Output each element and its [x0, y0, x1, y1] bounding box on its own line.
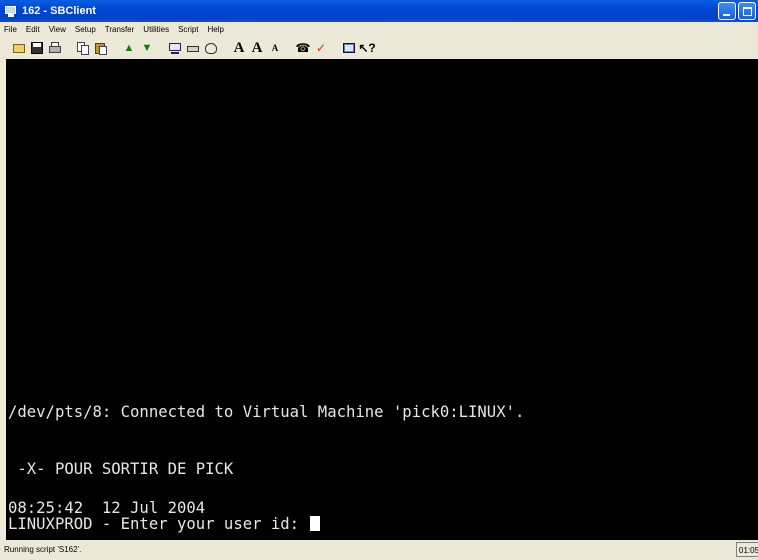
menu-utilities[interactable]: Utilities [143, 25, 169, 34]
menu-file[interactable]: File [4, 25, 17, 34]
terminal-prompt-text: LINUXPROD - Enter your user id: [8, 515, 309, 533]
toolbar: ▲ ▼ A A A ☎ ✓ ↖? [0, 37, 758, 59]
terminal-prompt-line[interactable]: LINUXPROD - Enter your user id: [8, 515, 321, 533]
open-folder-icon[interactable] [12, 41, 26, 55]
terminal-screen[interactable]: /dev/pts/8: Connected to Virtual Machine… [6, 59, 758, 540]
terminal-line-timestamp: 08:25:42 12 Jul 2004 [8, 499, 206, 517]
menu-script[interactable]: Script [178, 25, 198, 34]
save-disk-icon[interactable] [30, 41, 44, 55]
maximize-button[interactable] [738, 2, 756, 20]
menu-edit[interactable]: Edit [26, 25, 40, 34]
window-title: 162 - SBClient [22, 5, 96, 17]
menu-transfer[interactable]: Transfer [105, 25, 135, 34]
terminal-line-connected: /dev/pts/8: Connected to Virtual Machine… [8, 403, 525, 421]
paste-icon[interactable] [94, 41, 108, 55]
screen-icon[interactable] [342, 41, 356, 55]
text-cursor [310, 516, 321, 531]
app-monitor-icon[interactable] [4, 4, 18, 18]
copy-icon[interactable] [76, 41, 90, 55]
print-icon[interactable] [48, 41, 62, 55]
upload-arrow-icon[interactable]: ▲ [122, 41, 136, 55]
hat-icon[interactable] [204, 41, 218, 55]
menu-setup[interactable]: Setup [75, 25, 96, 34]
terminal-monitor-icon[interactable] [168, 41, 182, 55]
menu-bar: File Edit View Setup Transfer Utilities … [0, 22, 758, 37]
minimize-button[interactable] [718, 2, 736, 20]
status-bar: Running script 'S162'. 01:05 [0, 540, 758, 560]
font-larger-icon[interactable]: A [250, 40, 264, 55]
menu-help[interactable]: Help [208, 25, 224, 34]
font-small-icon[interactable]: A [268, 41, 282, 55]
menu-view[interactable]: View [49, 25, 66, 34]
phone-icon[interactable]: ☎ [296, 41, 311, 55]
status-message: Running script 'S162'. [4, 545, 82, 554]
title-bar[interactable]: 162 - SBClient [0, 0, 758, 22]
help-pointer-icon[interactable]: ↖? [358, 41, 375, 55]
keyboard-icon[interactable] [186, 41, 200, 55]
terminal-line-exit: -X- POUR SORTIR DE PICK [8, 460, 234, 478]
download-arrow-icon[interactable]: ▼ [140, 41, 154, 55]
status-clock: 01:05 [736, 542, 758, 557]
window-controls [718, 2, 756, 20]
checkmark-icon[interactable]: ✓ [314, 41, 328, 55]
font-large-icon[interactable]: A [232, 40, 246, 55]
